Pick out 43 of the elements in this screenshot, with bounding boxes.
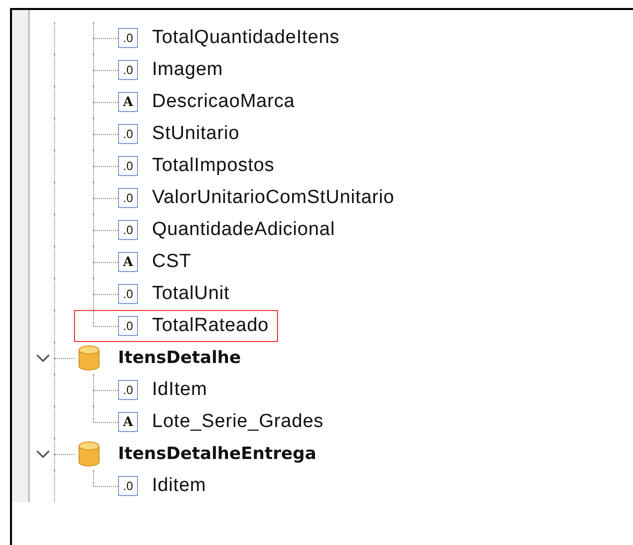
database-icon [78,441,100,467]
field-label: TotalRateado [152,315,269,337]
field-type-icon: A [118,412,138,432]
field-type-icon: .0 [118,124,138,144]
database-icon [78,345,100,371]
tree-item[interactable]: .0 ValorUnitarioComStUnitario [74,182,404,214]
tree-item[interactable]: .0 StUnitario [74,118,248,150]
tree-item[interactable]: .0 TotalImpostos [74,150,284,182]
field-label: QuantidadeAdicional [152,219,335,241]
field-label: Imagem [152,59,224,81]
field-label: TotalQuantidadeItens [152,27,340,49]
field-type-icon: .0 [118,380,138,400]
tree-item[interactable]: .0 TotalUnit [74,278,239,310]
field-label: TotalUnit [152,283,230,305]
field-label: DescricaoMarca [152,91,295,113]
field-type-icon: .0 [118,28,138,48]
table-name[interactable]: ItensDetalheEntrega [118,444,316,464]
table-name[interactable]: ItensDetalhe [118,348,241,368]
field-type-icon: .0 [118,60,138,80]
field-type-icon: .0 [118,220,138,240]
tree-item[interactable]: A CST [74,246,200,278]
field-type-icon: .0 [118,156,138,176]
field-type-icon: A [118,92,138,112]
field-type-icon: .0 [118,284,138,304]
field-type-icon: .0 [118,188,138,208]
tree-item[interactable]: .0 Iditem [74,470,216,502]
field-label: StUnitario [152,123,240,145]
tree-item[interactable]: .0 Imagem [74,54,232,86]
field-label: Lote_Serie_Grades [152,411,324,433]
tree-item[interactable]: .0 IdItem [74,374,216,406]
tree-item[interactable]: A DescricaoMarca [74,86,304,118]
highlighted-tree-item[interactable]: .0 TotalRateado [74,310,278,342]
tree-item[interactable]: .0 TotalQuantidadeItens [74,22,349,54]
tree-item[interactable]: A Lote_Serie_Grades [74,406,333,438]
field-type-icon: .0 [118,316,138,336]
field-label: TotalImpostos [152,155,274,177]
field-label: CST [152,251,192,273]
tree-item[interactable]: .0 QuantidadeAdicional [74,214,344,246]
field-type-icon: A [118,252,138,272]
field-label: ValorUnitarioComStUnitario [152,187,394,209]
field-label: IdItem [152,379,208,401]
field-label: Iditem [152,475,206,497]
field-type-icon: .0 [118,476,138,496]
